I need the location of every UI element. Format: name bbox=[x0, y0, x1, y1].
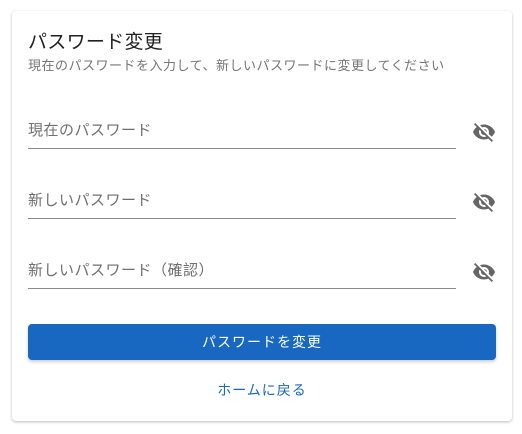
new-password-field bbox=[28, 183, 496, 219]
card-title: パスワード変更 bbox=[28, 31, 164, 53]
eye-off-icon[interactable] bbox=[472, 190, 496, 214]
change-password-button[interactable]: パスワードを変更 bbox=[28, 324, 496, 360]
confirm-password-input[interactable] bbox=[28, 253, 456, 287]
confirm-password-field bbox=[28, 253, 496, 289]
eye-off-icon[interactable] bbox=[472, 120, 496, 144]
back-to-home-link[interactable]: ホームに戻る bbox=[12, 380, 512, 400]
card-subtitle: 現在のパスワードを入力して、新しいパスワードに変更してください bbox=[28, 59, 445, 74]
eye-off-icon[interactable] bbox=[472, 260, 496, 284]
current-password-field bbox=[28, 113, 496, 149]
password-change-card: パスワード変更 現在のパスワードを入力して、新しいパスワードに変更してください … bbox=[12, 11, 512, 421]
field-underline bbox=[28, 288, 456, 289]
field-underline bbox=[28, 218, 456, 219]
new-password-input[interactable] bbox=[28, 183, 456, 217]
current-password-input[interactable] bbox=[28, 113, 456, 147]
field-underline bbox=[28, 148, 456, 149]
